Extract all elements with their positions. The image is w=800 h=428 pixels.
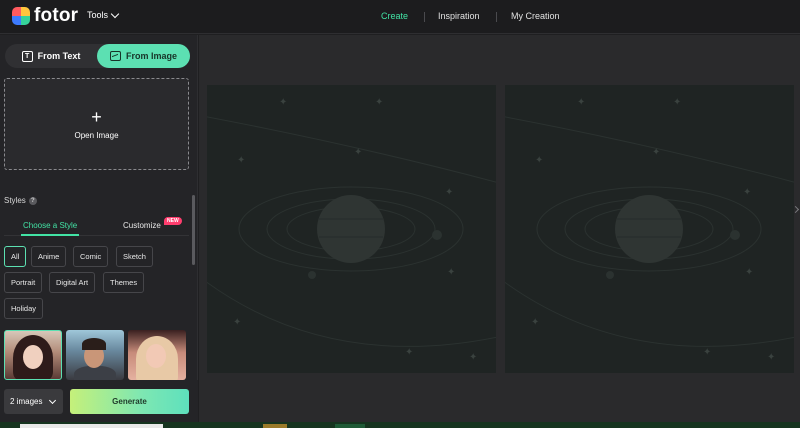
taskbar-item[interactable]	[20, 424, 163, 428]
from-image-tab[interactable]: From Image	[97, 44, 190, 68]
image-icon	[109, 51, 121, 61]
nav-create[interactable]: Create	[381, 11, 408, 21]
from-text-tab[interactable]: T From Text	[5, 44, 97, 68]
svg-text:✦: ✦	[531, 317, 539, 328]
os-taskbar	[0, 422, 800, 428]
svg-text:✦: ✦	[279, 97, 287, 108]
taskbar-item[interactable]	[263, 424, 287, 428]
result-placeholder: ✦ ✦ ✦ ✦ ✦ ✦ ✦ ✦ ✦	[207, 85, 496, 373]
open-image-label: Open Image	[74, 130, 119, 140]
help-icon[interactable]: ?	[28, 196, 37, 205]
svg-text:✦: ✦	[445, 187, 453, 198]
nav-divider	[424, 12, 425, 22]
style-chip-digital-art[interactable]: Digital Art	[49, 272, 96, 293]
style-thumbnail[interactable]	[4, 330, 62, 380]
main-nav: Create Inspiration My Creation	[0, 11, 800, 25]
style-chip-sketch[interactable]: Sketch	[116, 246, 153, 267]
from-image-label: From Image	[125, 51, 177, 61]
generate-bar: 2 images Generate	[0, 380, 198, 428]
taskbar-item[interactable]	[335, 424, 365, 428]
svg-text:✦: ✦	[703, 347, 711, 358]
tab-choose-a-style[interactable]: Choose a Style	[23, 221, 77, 230]
result-placeholder: ✦ ✦ ✦ ✦ ✦ ✦ ✦ ✦ ✦	[505, 85, 794, 373]
style-chip-anime[interactable]: Anime	[31, 246, 67, 267]
planet-placeholder-icon: ✦ ✦ ✦ ✦ ✦ ✦ ✦ ✦ ✦	[505, 97, 794, 363]
style-chip-holiday[interactable]: Holiday	[4, 298, 44, 319]
top-navigation-bar: fotor Tools Create Inspiration My Creati…	[0, 0, 800, 34]
active-tab-indicator	[21, 234, 79, 236]
svg-text:✦: ✦	[743, 187, 751, 198]
svg-text:✦: ✦	[233, 317, 241, 328]
style-chip-portrait[interactable]: Portrait	[4, 272, 43, 293]
svg-text:✦: ✦	[237, 155, 245, 166]
style-chip-themes[interactable]: Themes	[103, 272, 145, 293]
image-count-select[interactable]: 2 images	[4, 389, 63, 414]
svg-text:✦: ✦	[469, 352, 477, 363]
svg-text:✦: ✦	[535, 155, 543, 166]
nav-divider	[496, 12, 497, 22]
svg-text:✦: ✦	[767, 352, 775, 363]
svg-text:✦: ✦	[354, 147, 362, 158]
plus-icon: +	[91, 106, 102, 127]
svg-text:✦: ✦	[375, 97, 383, 108]
svg-text:✦: ✦	[577, 97, 585, 108]
preview-canvas: ✦ ✦ ✦ ✦ ✦ ✦ ✦ ✦ ✦ ✦ ✦ ✦ ✦ ✦ ✦ ✦ ✦ ✦	[199, 35, 800, 422]
left-panel: T From Text From Image + Open Image Styl…	[0, 35, 198, 428]
mode-toggle: T From Text From Image	[5, 44, 190, 68]
style-thumbnail[interactable]	[66, 330, 124, 380]
svg-text:✦: ✦	[405, 347, 413, 358]
new-badge: NEW	[164, 217, 182, 225]
svg-text:✦: ✦	[745, 267, 753, 278]
nav-inspiration[interactable]: Inspiration	[438, 11, 480, 21]
style-thumbnail[interactable]	[128, 330, 186, 380]
chevron-down-icon	[49, 396, 57, 404]
styles-heading: Styles ?	[4, 196, 37, 205]
styles-title: Styles	[4, 196, 26, 205]
planet-placeholder-icon: ✦ ✦ ✦ ✦ ✦ ✦ ✦ ✦ ✦	[207, 97, 496, 363]
image-count-value: 2 images	[10, 397, 43, 406]
style-chip-comic[interactable]: Comic	[73, 246, 109, 267]
tab-customize[interactable]: Customize	[123, 221, 161, 230]
from-text-label: From Text	[37, 51, 81, 61]
svg-text:✦: ✦	[447, 267, 455, 278]
svg-text:✦: ✦	[673, 97, 681, 108]
text-icon: T	[21, 50, 33, 62]
svg-text:✦: ✦	[652, 147, 660, 158]
open-image-dropzone[interactable]: + Open Image	[4, 78, 189, 170]
nav-my-creation[interactable]: My Creation	[511, 11, 560, 21]
generate-button[interactable]: Generate	[70, 389, 189, 414]
style-chip-all[interactable]: All	[4, 246, 27, 267]
panel-scrollbar[interactable]	[192, 195, 195, 265]
